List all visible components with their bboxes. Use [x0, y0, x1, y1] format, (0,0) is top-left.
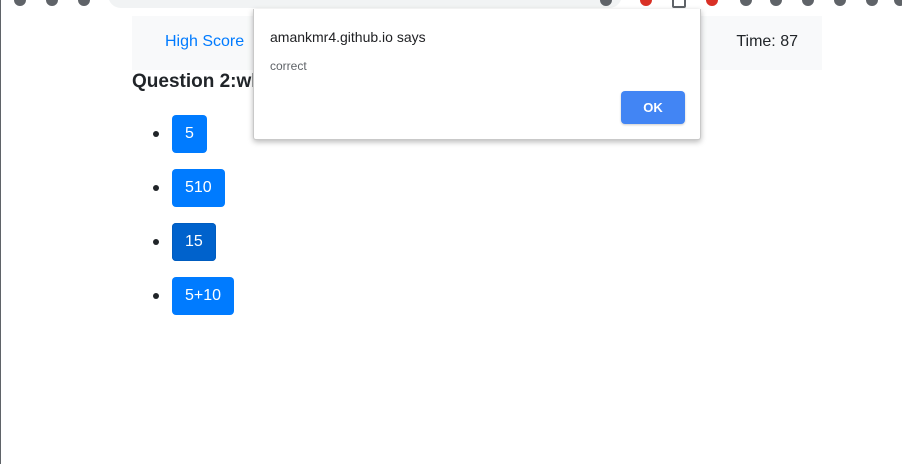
bullet-icon [153, 185, 159, 191]
extension-icon[interactable] [740, 0, 752, 6]
answer-button[interactable]: 5 [172, 115, 207, 153]
extension-icon[interactable] [672, 0, 686, 8]
timer: Time: 87 [736, 33, 798, 50]
extension-icon[interactable] [802, 0, 814, 6]
reload-icon[interactable] [78, 0, 90, 6]
list-item: 5+10 [132, 277, 235, 315]
browser-viewport: High Score Time: 87 Question 2:wh 5 510 … [0, 0, 902, 464]
ok-button[interactable]: OK [621, 91, 685, 124]
list-item: 15 [132, 223, 234, 261]
forward-icon[interactable] [46, 0, 58, 6]
list-item: 510 [132, 169, 234, 207]
answer-button[interactable]: 510 [172, 169, 225, 207]
question-title: Question 2:wh [132, 71, 263, 92]
browser-toolbar-remnant [0, 0, 902, 8]
profile-icon[interactable] [894, 0, 902, 6]
extension-icon[interactable] [706, 0, 718, 6]
bullet-icon [153, 293, 159, 299]
window-border [0, 0, 1, 464]
answer-list: 5 510 15 5+10 [132, 115, 235, 331]
extension-icon[interactable] [866, 0, 878, 6]
address-bar[interactable] [108, 0, 622, 8]
bullet-icon [153, 131, 159, 137]
answer-button[interactable]: 15 [172, 223, 216, 261]
alert-message: correct [270, 59, 307, 73]
high-score-link[interactable]: High Score [165, 33, 244, 51]
alert-dialog: amankmr4.github.io says correct OK [253, 9, 701, 140]
list-item: 5 [132, 115, 234, 153]
answer-button[interactable]: 5+10 [172, 277, 235, 315]
extension-icon[interactable] [834, 0, 846, 6]
extension-icon[interactable] [640, 0, 652, 6]
back-icon[interactable] [14, 0, 26, 6]
alert-origin: amankmr4.github.io says [270, 29, 426, 45]
extension-icon[interactable] [770, 0, 782, 6]
bullet-icon [153, 239, 159, 245]
